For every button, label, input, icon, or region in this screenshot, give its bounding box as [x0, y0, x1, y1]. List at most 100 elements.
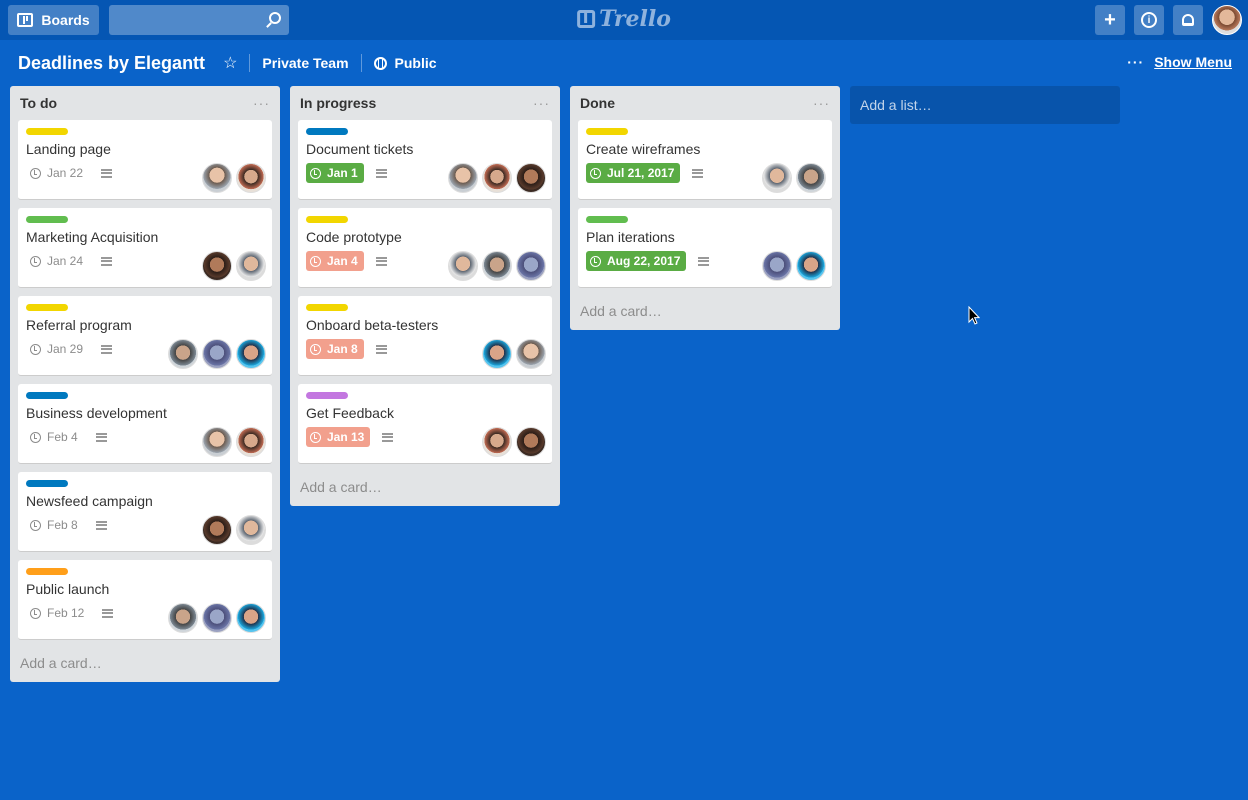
card[interactable]: Create wireframes Jul 21, 2017: [578, 120, 832, 200]
card[interactable]: Document tickets Jan 1: [298, 120, 552, 200]
list-title[interactable]: To do: [20, 95, 57, 111]
info-button[interactable]: i: [1134, 5, 1164, 35]
search-box[interactable]: [109, 5, 289, 35]
member-avatar[interactable]: [236, 251, 266, 281]
add-card-button[interactable]: Add a card…: [10, 648, 280, 678]
header-divider: [249, 54, 251, 72]
add-button[interactable]: +: [1095, 5, 1125, 35]
member-avatar[interactable]: [448, 163, 478, 193]
card-label-yellow[interactable]: [586, 128, 628, 135]
due-date-badge[interactable]: Jan 22: [26, 163, 89, 183]
member-avatar[interactable]: [202, 251, 232, 281]
card-members: [448, 251, 546, 281]
member-avatar[interactable]: [236, 603, 266, 633]
due-date-badge[interactable]: Feb 8: [26, 515, 84, 535]
member-avatar[interactable]: [202, 339, 232, 369]
card-label-yellow[interactable]: [306, 304, 348, 311]
member-avatar[interactable]: [168, 603, 198, 633]
card-title: Plan iterations: [586, 229, 675, 245]
member-avatar[interactable]: [202, 603, 232, 633]
member-avatar[interactable]: [202, 515, 232, 545]
list-menu-icon[interactable]: ···: [813, 95, 830, 111]
description-icon: [102, 608, 114, 618]
due-date-badge[interactable]: Jan 24: [26, 251, 89, 271]
member-avatar[interactable]: [516, 251, 546, 281]
user-avatar[interactable]: [1212, 5, 1242, 35]
card-label-blue[interactable]: [26, 480, 68, 487]
due-date-badge[interactable]: Feb 4: [26, 427, 84, 447]
due-date-badge[interactable]: Jan 8: [306, 339, 364, 359]
notifications-button[interactable]: [1173, 5, 1203, 35]
member-avatar[interactable]: [236, 427, 266, 457]
add-card-button[interactable]: Add a card…: [570, 296, 840, 326]
list-menu-icon[interactable]: ···: [253, 95, 270, 111]
member-avatar[interactable]: [516, 339, 546, 369]
member-avatar[interactable]: [236, 163, 266, 193]
card[interactable]: Onboard beta-testers Jan 8: [298, 296, 552, 376]
card[interactable]: Get Feedback Jan 13: [298, 384, 552, 464]
member-avatar[interactable]: [796, 163, 826, 193]
member-avatar[interactable]: [482, 251, 512, 281]
due-date-text: Feb 8: [47, 518, 78, 532]
member-avatar[interactable]: [202, 163, 232, 193]
due-date-badge[interactable]: Aug 22, 2017: [586, 251, 687, 271]
due-date-badge[interactable]: Jan 4: [306, 251, 364, 271]
search-icon[interactable]: [269, 12, 281, 24]
card-label-purple[interactable]: [306, 392, 348, 399]
card[interactable]: Plan iterations Aug 22, 2017: [578, 208, 832, 288]
search-input[interactable]: [109, 5, 289, 35]
member-avatar[interactable]: [516, 427, 546, 457]
card[interactable]: Code prototype Jan 4: [298, 208, 552, 288]
member-avatar[interactable]: [796, 251, 826, 281]
member-avatar[interactable]: [482, 427, 512, 457]
member-avatar[interactable]: [516, 163, 546, 193]
team-button[interactable]: Private Team: [262, 55, 348, 71]
board-title[interactable]: Deadlines by Elegantt: [18, 53, 205, 74]
due-date-badge[interactable]: Jul 21, 2017: [586, 163, 681, 183]
card[interactable]: Public launch Feb 12: [18, 560, 272, 640]
boards-button[interactable]: Boards: [8, 5, 99, 35]
member-avatar[interactable]: [236, 515, 266, 545]
add-card-button[interactable]: Add a card…: [290, 472, 560, 502]
member-avatar[interactable]: [482, 339, 512, 369]
trello-logo[interactable]: Trello: [577, 6, 671, 32]
member-avatar[interactable]: [236, 339, 266, 369]
due-date-badge[interactable]: Feb 12: [26, 603, 90, 623]
star-icon[interactable]: ☆: [223, 53, 237, 73]
card[interactable]: Referral program Jan 29: [18, 296, 272, 376]
due-date-badge[interactable]: Jan 13: [306, 427, 371, 447]
card-label-green[interactable]: [26, 216, 68, 223]
card[interactable]: Landing page Jan 22: [18, 120, 272, 200]
card-label-blue[interactable]: [26, 392, 68, 399]
member-avatar[interactable]: [762, 251, 792, 281]
card[interactable]: Marketing Acquisition Jan 24: [18, 208, 272, 288]
visibility-button[interactable]: Public: [395, 55, 437, 71]
card-label-yellow[interactable]: [26, 128, 68, 135]
member-avatar[interactable]: [448, 251, 478, 281]
member-avatar[interactable]: [762, 163, 792, 193]
clock-icon: [30, 343, 41, 355]
due-date-badge[interactable]: Jan 1: [306, 163, 364, 183]
top-bar: Boards Trello + i: [0, 0, 1248, 40]
show-menu-button[interactable]: ··· Show Menu: [1127, 54, 1232, 70]
due-date-text: Jan 8: [327, 342, 358, 356]
card-title: Newsfeed campaign: [26, 493, 153, 509]
card-label-yellow[interactable]: [26, 304, 68, 311]
list-title[interactable]: In progress: [300, 95, 376, 111]
card-label-yellow[interactable]: [306, 216, 348, 223]
member-avatar[interactable]: [202, 427, 232, 457]
card[interactable]: Business development Feb 4: [18, 384, 272, 464]
card[interactable]: Newsfeed campaign Feb 8: [18, 472, 272, 552]
list-menu-icon[interactable]: ···: [533, 95, 550, 111]
card-label-green[interactable]: [586, 216, 628, 223]
card-label-blue[interactable]: [306, 128, 348, 135]
card-label-orange[interactable]: [26, 568, 68, 575]
member-avatar[interactable]: [482, 163, 512, 193]
member-avatar[interactable]: [168, 339, 198, 369]
due-date-badge[interactable]: Jan 29: [26, 339, 89, 359]
list-title[interactable]: Done: [580, 95, 615, 111]
card-title: Business development: [26, 405, 167, 421]
card-badges: Jan 4: [306, 251, 387, 271]
add-list-button[interactable]: Add a list…: [850, 86, 1120, 124]
due-date-text: Jan 29: [47, 342, 84, 356]
